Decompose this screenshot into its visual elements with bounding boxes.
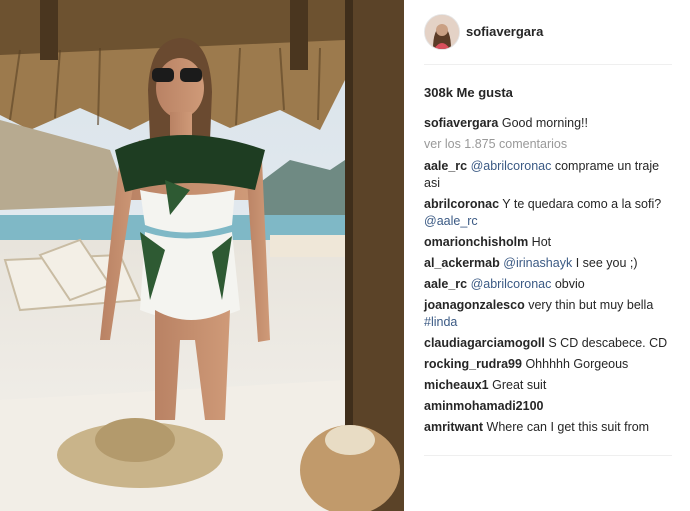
comment-username[interactable]: joanagonzalesco bbox=[424, 298, 525, 312]
comment-text: obvio bbox=[554, 277, 585, 291]
comment-text: I see you ;) bbox=[575, 256, 638, 270]
comment-username[interactable]: amritwant bbox=[424, 420, 483, 434]
view-more-comments[interactable]: ver los 1.875 comentarios bbox=[424, 136, 672, 153]
comments-section: sofiavergara Good morning!! ver los 1.87… bbox=[424, 115, 672, 440]
post-username[interactable]: sofiavergara bbox=[466, 24, 543, 39]
avatar[interactable] bbox=[424, 14, 460, 50]
comment-text: Hot bbox=[531, 235, 552, 249]
comment-hashtag[interactable]: #linda bbox=[424, 315, 457, 329]
comment-username[interactable]: omarionchisholm bbox=[424, 235, 528, 249]
comment-item: rocking_rudra99 Ohhhhh Gorgeous bbox=[424, 356, 672, 373]
comment-username[interactable]: rocking_rudra99 bbox=[424, 357, 522, 371]
comment-item: joanagonzalesco very thin but muy bella … bbox=[424, 297, 672, 331]
comment-item: abrilcoronac Y te quedara como a la sofi… bbox=[424, 196, 672, 230]
comment-item: claudiagarciamogoll S CD descabece. CD bbox=[424, 335, 672, 352]
caption: sofiavergara Good morning!! bbox=[424, 115, 672, 132]
comment-item: amritwant Where can I get this suit from bbox=[424, 419, 672, 436]
caption-text: Good morning!! bbox=[501, 116, 589, 130]
comment-username[interactable]: aminmohamadi2100 bbox=[424, 399, 544, 413]
comment-text: very thin but muy bella bbox=[528, 298, 654, 312]
comment-item: micheaux1 Great suit bbox=[424, 377, 672, 394]
comment-username[interactable]: aale_rc bbox=[424, 277, 467, 291]
comment-username[interactable]: aale_rc bbox=[424, 159, 467, 173]
post-details-panel: sofiavergara 308k Me gusta sofiavergara … bbox=[404, 0, 690, 511]
comment-item: aale_rc @abrilcoronac comprame un traje … bbox=[424, 158, 672, 192]
comment-username[interactable]: al_ackermab bbox=[424, 256, 500, 270]
comment-item: aminmohamadi2100 bbox=[424, 398, 672, 415]
comment-username[interactable]: claudiagarciamogoll bbox=[424, 336, 545, 350]
likes-count[interactable]: 308k Me gusta bbox=[424, 85, 513, 100]
post-header: sofiavergara bbox=[404, 0, 690, 64]
comments-divider bbox=[424, 455, 672, 456]
comment-text: S CD descabece. CD bbox=[548, 336, 668, 350]
comment-mention[interactable]: @irinashayk bbox=[503, 256, 572, 270]
header-divider bbox=[424, 64, 672, 65]
comment-mention[interactable]: @abrilcoronac bbox=[471, 159, 552, 173]
comment-mention[interactable]: @aale_rc bbox=[424, 214, 478, 228]
comment-item: al_ackermab @irinashayk I see you ;) bbox=[424, 255, 672, 272]
comment-username[interactable]: micheaux1 bbox=[424, 378, 489, 392]
post-photo[interactable] bbox=[0, 0, 404, 511]
comment-mention[interactable]: @abrilcoronac bbox=[471, 277, 552, 291]
comment-item: aale_rc @abrilcoronac obvio bbox=[424, 276, 672, 293]
comment-text: Where can I get this suit from bbox=[486, 420, 650, 434]
caption-username[interactable]: sofiavergara bbox=[424, 116, 498, 130]
comment-username[interactable]: abrilcoronac bbox=[424, 197, 499, 211]
comment-text: Great suit bbox=[492, 378, 547, 392]
comment-item: omarionchisholm Hot bbox=[424, 234, 672, 251]
comment-text: Y te quedara como a la sofi? bbox=[502, 197, 662, 211]
comment-text: Ohhhhh Gorgeous bbox=[525, 357, 629, 371]
